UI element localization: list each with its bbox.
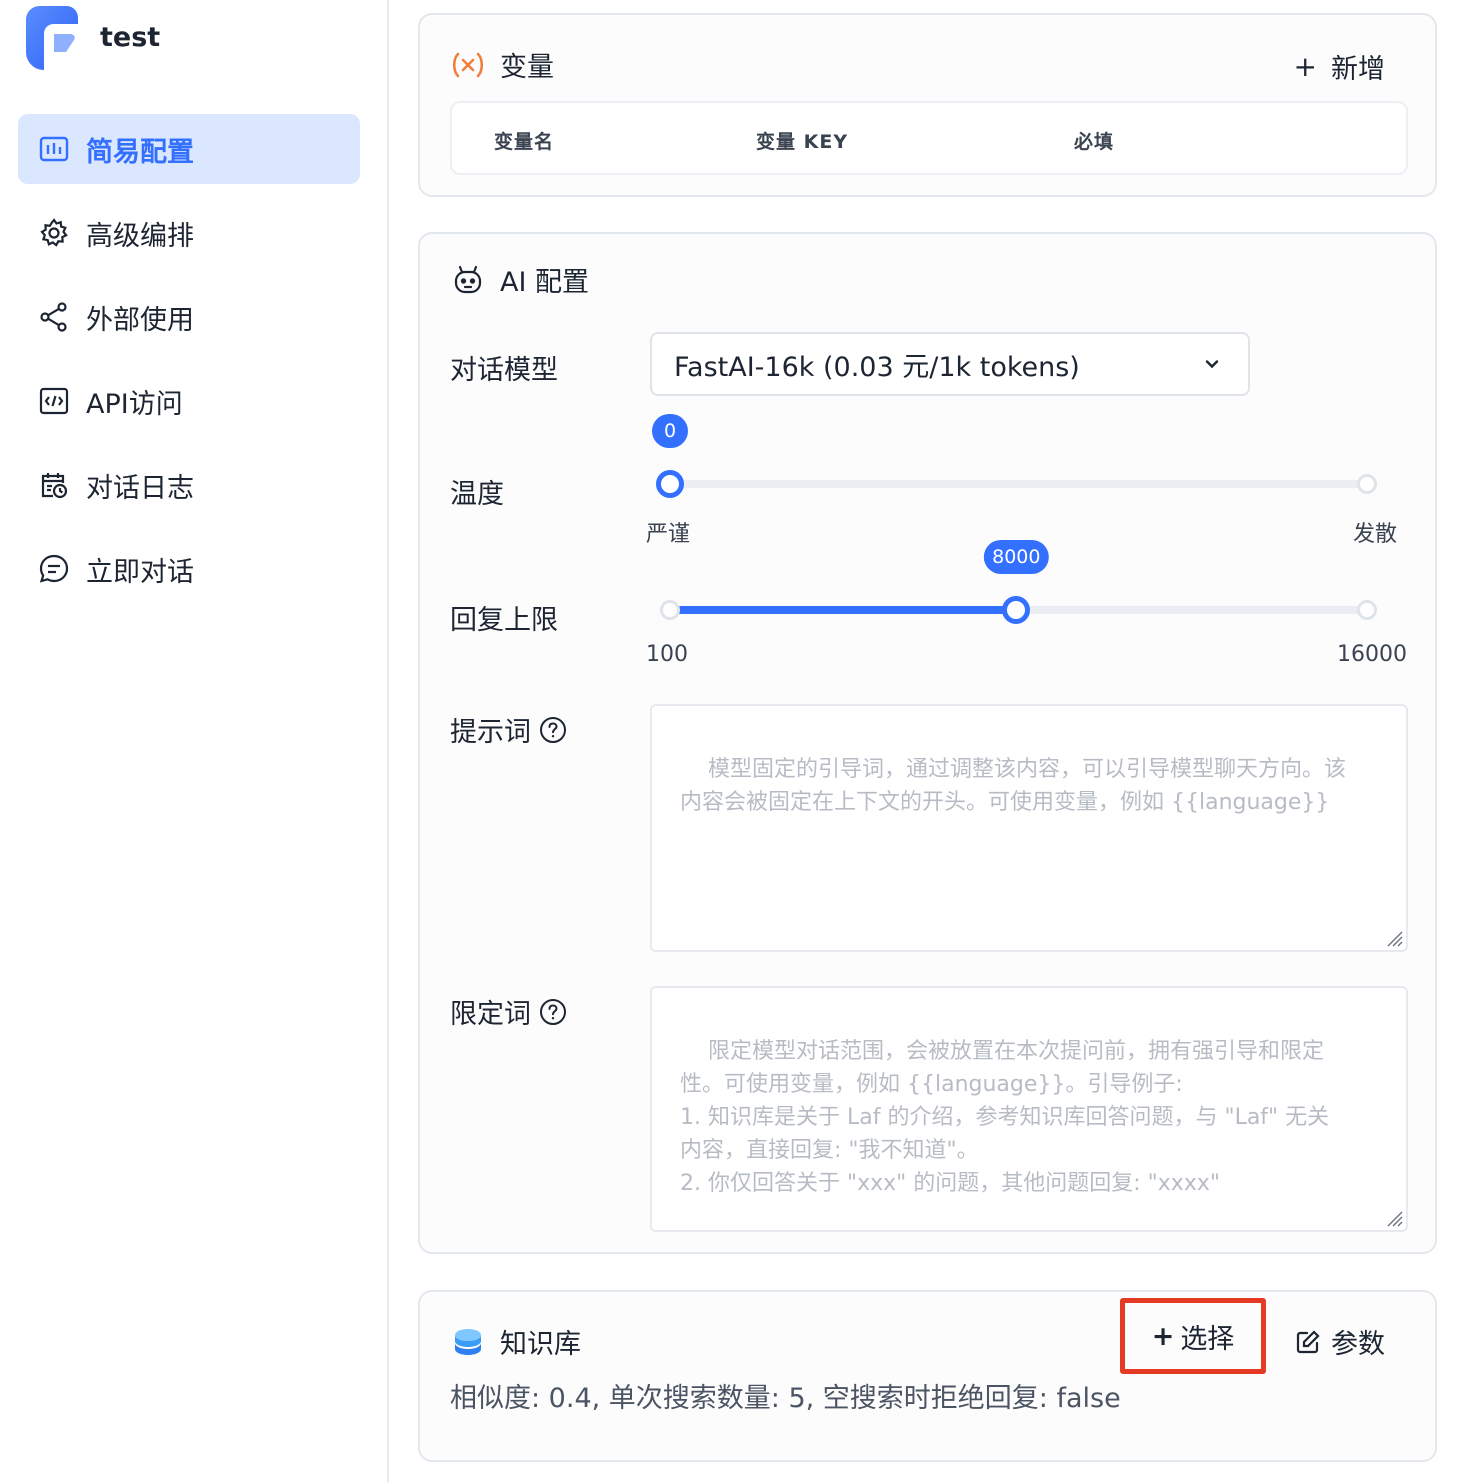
slider-thumb[interactable] [656, 470, 684, 498]
variable-icon [450, 47, 486, 83]
sidebar-item-label: 对话日志 [86, 472, 194, 504]
help-icon[interactable] [539, 716, 567, 744]
limit-textarea[interactable]: 限定模型对话范围，会被放置在本次提问前，拥有强引导和限定 性。可使用变量，例如 … [650, 986, 1408, 1232]
ai-config-title-text: AI 配置 [500, 267, 590, 298]
temperature-label: 温度 [450, 479, 504, 510]
gear-icon [38, 217, 70, 249]
column-header: 必填 [1074, 131, 1115, 153]
slider-end-mark [1357, 474, 1377, 494]
knowledge-card: 知识库 + 选择 参数 相似度: 0.4, 单次搜索数量: 5, 空搜索时拒绝回… [418, 1290, 1437, 1462]
edit-icon [1296, 1329, 1320, 1353]
knowledge-title-text: 知识库 [500, 1329, 581, 1360]
ai-config-title: AI 配置 [450, 260, 589, 299]
add-variable-label: 新增 [1331, 54, 1385, 85]
sidebar-item-chat-now[interactable]: 立即对话 [18, 534, 360, 604]
model-label: 对话模型 [450, 355, 558, 386]
max-tokens-label: 回复上限 [450, 605, 558, 636]
prompt-label-text: 提示词 [450, 717, 531, 748]
limit-label: 限定词 [450, 992, 567, 1031]
share-icon [38, 301, 70, 333]
chevron-down-icon [1205, 360, 1219, 369]
slider-max-label: 16000 [1337, 642, 1407, 667]
bar-chart-icon [38, 133, 70, 165]
slider-max-label: 发散 [1352, 522, 1397, 547]
knowledge-summary: 相似度: 0.4, 单次搜索数量: 5, 空搜索时拒绝回复: false [450, 1383, 1121, 1414]
column-header: 变量 KEY [756, 131, 849, 153]
slider-thumb[interactable] [1002, 596, 1031, 624]
limit-placeholder: 限定模型对话范围，会被放置在本次提问前，拥有强引导和限定 性。可使用变量，例如 … [680, 1039, 1330, 1196]
select-knowledge-button[interactable]: + 选择 [1120, 1298, 1266, 1374]
max-tokens-slider[interactable]: 8000 100 16000 [646, 540, 1407, 667]
sidebar-item-external[interactable]: 外部使用 [18, 282, 360, 352]
sidebar: test 简易配置 高级编排 外部使用 API访问 对话日志 立即对话 [0, 0, 389, 1482]
variables-table: 变量名 变量 KEY 必填 [450, 101, 1408, 175]
resize-handle-icon[interactable] [1385, 1209, 1403, 1227]
plus-icon: + [1151, 1320, 1175, 1352]
knowledge-title: 知识库 [450, 1322, 581, 1361]
chat-icon [38, 553, 70, 585]
temperature-slider[interactable]: 0 严谨 发散 [646, 414, 1397, 547]
model-select[interactable]: FastAI-16k (0.03 元/1k tokens) [650, 332, 1250, 396]
help-icon[interactable] [539, 998, 567, 1026]
slider-min-label: 严谨 [646, 522, 691, 547]
sidebar-item-simple-config[interactable]: 简易配置 [18, 114, 360, 184]
variables-title: 变量 [450, 45, 554, 84]
slider-value-bubble: 8000 [984, 540, 1049, 574]
slider-fill [670, 606, 1017, 614]
add-variable-button[interactable]: + 新增 [1294, 47, 1385, 86]
model-select-value: FastAI-16k (0.03 元/1k tokens) [674, 351, 1080, 383]
prompt-label: 提示词 [450, 710, 567, 749]
app-name: test [100, 22, 161, 53]
limit-label-text: 限定词 [450, 999, 531, 1030]
knowledge-params-button[interactable]: 参数 [1295, 1322, 1385, 1361]
slider-min-label: 100 [646, 642, 688, 667]
slider-track [670, 480, 1367, 488]
database-icon [450, 1324, 486, 1360]
robot-icon [450, 262, 486, 298]
prompt-placeholder: 模型固定的引导词，通过调整该内容，可以引导模型聊天方向。该 内容会被固定在上下文… [680, 757, 1346, 815]
sidebar-item-label: 简易配置 [86, 136, 194, 168]
slider-start-mark [660, 600, 680, 620]
logo-row [26, 6, 78, 70]
select-knowledge-label: 选择 [1180, 1323, 1235, 1355]
prompt-textarea[interactable]: 模型固定的引导词，通过调整该内容，可以引导模型聊天方向。该 内容会被固定在上下文… [650, 704, 1408, 952]
sidebar-item-chat-log[interactable]: 对话日志 [18, 450, 360, 520]
column-header: 变量名 [494, 131, 555, 153]
sidebar-item-api[interactable]: API访问 [18, 366, 360, 436]
sidebar-item-label: 高级编排 [86, 220, 194, 252]
ai-config-card: AI 配置 对话模型 FastAI-16k (0.03 元/1k tokens)… [418, 232, 1437, 1254]
plus-icon: + [1293, 50, 1317, 83]
variables-title-text: 变量 [500, 52, 554, 83]
sidebar-item-label: 立即对话 [86, 556, 194, 588]
variables-card: 变量 + 新增 变量名 变量 KEY 必填 [418, 13, 1437, 197]
knowledge-params-label: 参数 [1331, 1329, 1385, 1360]
sidebar-item-advanced[interactable]: 高级编排 [18, 198, 360, 268]
sidebar-item-label: 外部使用 [86, 304, 194, 336]
resize-handle-icon[interactable] [1385, 929, 1403, 947]
sidebar-nav: 简易配置 高级编排 外部使用 API访问 对话日志 立即对话 [18, 114, 360, 618]
slider-value-bubble: 0 [652, 414, 688, 448]
app-logo [26, 6, 78, 70]
slider-end-mark [1357, 600, 1377, 620]
calendar-clock-icon [38, 469, 70, 501]
sidebar-item-label: API访问 [86, 388, 183, 420]
code-icon [38, 385, 70, 417]
